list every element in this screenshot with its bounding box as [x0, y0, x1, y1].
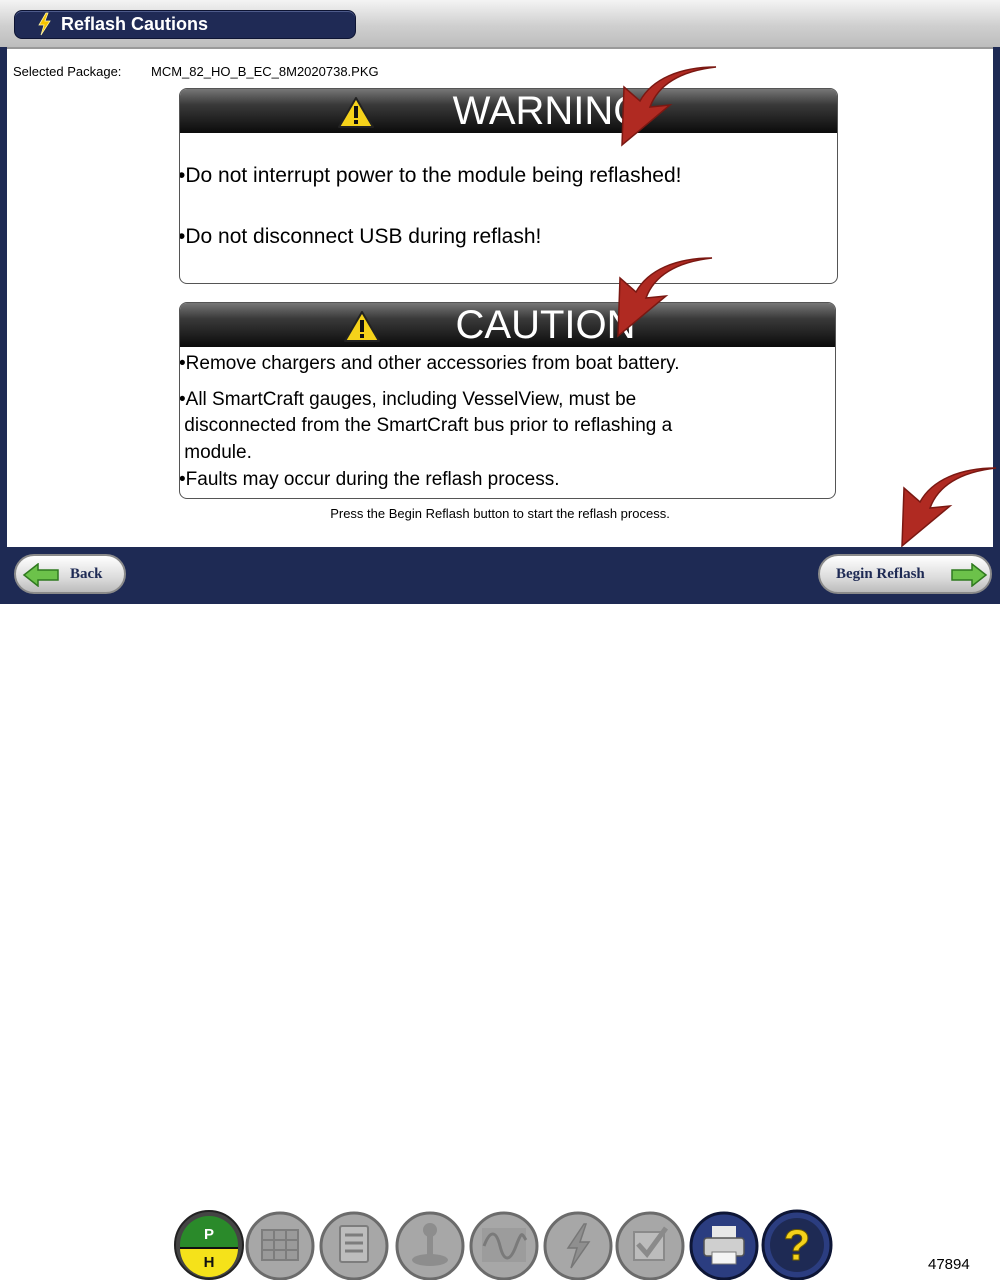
warning-line-2: •Do not disconnect USB during reflash!	[179, 225, 542, 248]
warning-line-1: •Do not interrupt power to the module be…	[179, 164, 682, 187]
reference-number: 47894	[928, 1256, 970, 1273]
warning-heading: WARNING	[452, 89, 645, 133]
bottom-toolbar: P H ? 47894	[0, 604, 1000, 1280]
callout-arrow-warning	[621, 66, 717, 147]
caution-line-3: disconnected from the SmartCraft bus pri…	[179, 415, 673, 436]
title-bar: Reflash Cautions	[0, 0, 1000, 49]
arrow-left-icon	[22, 563, 59, 587]
ph-mode-button[interactable]: P H	[172, 1208, 246, 1280]
callout-arrow-caution	[617, 257, 713, 338]
caution-line-5: •Faults may occur during the reflash pro…	[179, 469, 560, 490]
window-title: Reflash Cautions	[61, 14, 209, 34]
back-button[interactable]: Back	[14, 554, 126, 594]
waveform-icon[interactable]	[468, 1210, 540, 1280]
warning-panel: WARNING •Do not interrupt power to the m…	[179, 88, 838, 284]
caution-line-2: •All SmartCraft gauges, including Vessel…	[179, 389, 637, 410]
printer-icon[interactable]	[688, 1210, 760, 1280]
begin-reflash-label: Begin Reflash	[836, 566, 925, 582]
help-icon[interactable]: ?	[760, 1208, 834, 1280]
joystick-icon[interactable]	[394, 1210, 466, 1280]
checklist-icon[interactable]	[318, 1210, 390, 1280]
reflash-window: Reflash Cautions Selected Package: MCM_8…	[0, 0, 1000, 604]
lightning-icon[interactable]	[542, 1210, 614, 1280]
checkmark-icon[interactable]	[614, 1210, 686, 1280]
begin-reflash-button[interactable]: Begin Reflash	[818, 554, 992, 594]
caution-panel: CAUTION •Remove chargers and other acces…	[179, 302, 836, 499]
caution-line-1: •Remove chargers and other accessories f…	[179, 353, 680, 374]
back-button-label: Back	[70, 566, 103, 582]
ph-mode-bottom-label: H	[204, 1254, 215, 1271]
arrow-right-icon	[951, 563, 988, 587]
caution-header: CAUTION	[180, 303, 835, 347]
title-tab: Reflash Cautions	[14, 10, 356, 39]
lightning-icon	[38, 12, 51, 36]
selected-package-label: Selected Package:	[13, 64, 122, 79]
instruction-text: Press the Begin Reflash button to start …	[330, 506, 670, 521]
ph-mode-top-label: P	[204, 1226, 214, 1243]
grid-icon[interactable]	[244, 1210, 316, 1280]
caution-line-4: module.	[179, 442, 252, 463]
selected-package-value: MCM_82_HO_B_EC_8M2020738.PKG	[151, 64, 379, 79]
help-icon-label: ?	[784, 1221, 811, 1270]
warning-header: WARNING	[180, 89, 837, 133]
caution-heading: CAUTION	[455, 303, 636, 347]
frame-left	[0, 47, 7, 557]
